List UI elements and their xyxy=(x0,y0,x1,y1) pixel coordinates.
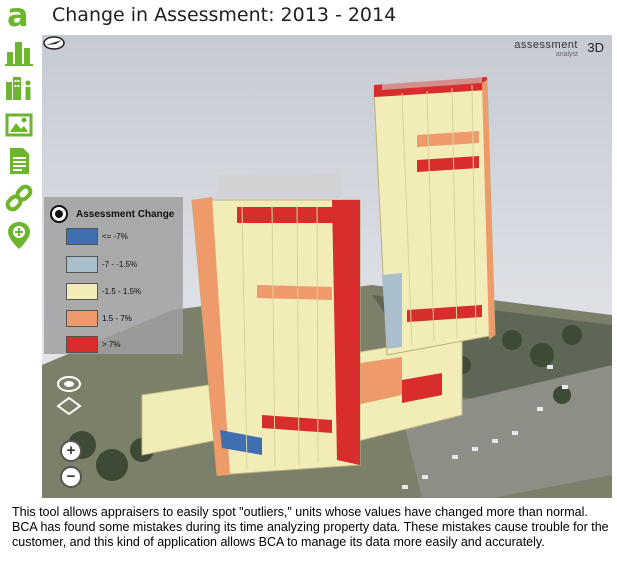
legend-label: -1.5 - 1.5% xyxy=(102,287,142,296)
image-icon[interactable] xyxy=(4,110,34,140)
legend-label: -7 - -1.5% xyxy=(102,260,138,269)
zoom-out-button[interactable]: − xyxy=(60,466,82,488)
3d-viewer[interactable]: assessment analyst 3D Assessment Change … xyxy=(42,35,612,498)
legend-item: > 7% xyxy=(66,336,120,353)
tower-left-band-mid xyxy=(257,285,332,300)
legend-label: 1.5 - 7% xyxy=(102,314,132,323)
legend-item: 1.5 - 7% xyxy=(66,310,132,327)
legend-swatch xyxy=(66,256,98,273)
buildings-chart-icon[interactable] xyxy=(4,38,34,68)
legend-label: <= -7% xyxy=(102,232,128,241)
compass-icon[interactable] xyxy=(42,35,66,51)
description-caption: This tool allows appraisers to easily sp… xyxy=(12,505,609,549)
location-add-icon[interactable] xyxy=(4,220,34,250)
legend-label: > 7% xyxy=(102,340,121,349)
legend-toggle-radio[interactable] xyxy=(50,205,68,223)
link-icon[interactable] xyxy=(4,183,34,213)
page-title: Change in Assessment: 2013 - 2014 xyxy=(52,4,397,26)
legend-swatch xyxy=(66,283,98,300)
legend-swatch xyxy=(66,310,98,327)
document-icon[interactable] xyxy=(4,146,34,176)
building-info-icon[interactable] xyxy=(4,74,34,104)
legend-item: -7 - -1.5% xyxy=(66,256,137,273)
zoom-in-button[interactable]: + xyxy=(60,440,82,462)
legend-item: -1.5 - 1.5% xyxy=(66,283,141,300)
rotate-control-icon[interactable] xyxy=(56,375,82,393)
legend-title: Assessment Change xyxy=(76,208,175,220)
legend-swatch xyxy=(66,336,98,353)
legend-item: <= -7% xyxy=(66,228,128,245)
app-logo-glyph: a xyxy=(7,0,29,34)
tower-left-top-band xyxy=(237,207,360,223)
brand-badge: 3D xyxy=(587,40,604,55)
legend-swatch xyxy=(66,228,98,245)
brand-logo: assessment analyst 3D xyxy=(514,40,604,59)
app-sidebar: a xyxy=(0,0,40,270)
app-logo-a-icon[interactable]: a xyxy=(4,0,34,34)
pan-control-icon[interactable] xyxy=(56,397,82,415)
legend-header: Assessment Change xyxy=(50,205,174,223)
tower-left-roof xyxy=(217,173,342,200)
assessment-legend: Assessment Change <= -7% -7 - -1.5% -1.5… xyxy=(44,197,183,354)
